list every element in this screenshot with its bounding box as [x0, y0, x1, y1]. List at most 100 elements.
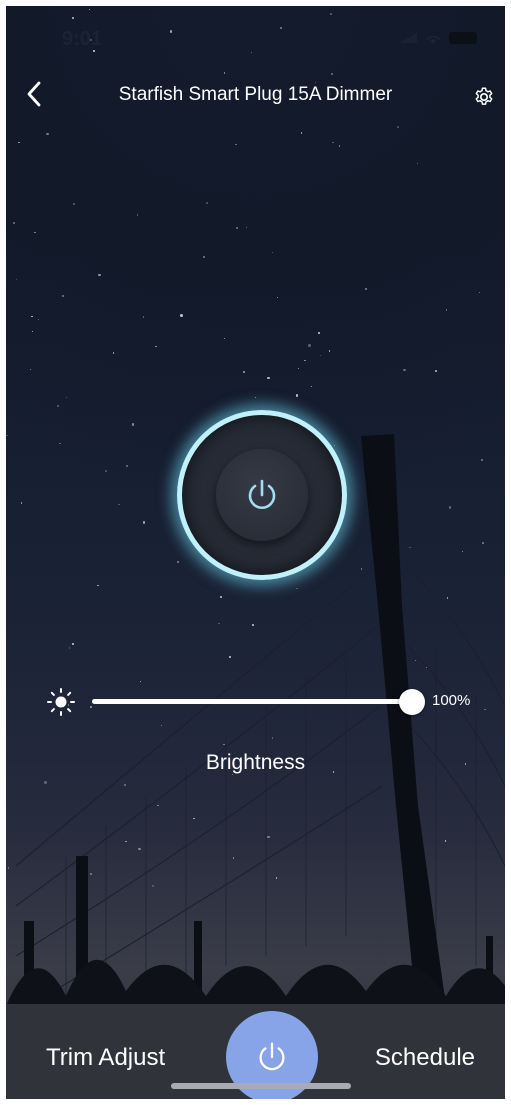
- star: [124, 784, 126, 786]
- wifi-icon: [425, 33, 441, 44]
- star: [223, 72, 226, 74]
- star: [31, 315, 33, 318]
- settings-button[interactable]: [469, 82, 499, 112]
- star: [478, 291, 481, 294]
- star: [31, 330, 34, 333]
- star: [304, 359, 306, 362]
- star: [37, 318, 40, 321]
- star: [235, 143, 237, 146]
- star: [193, 817, 195, 820]
- star: [425, 666, 428, 669]
- star: [409, 546, 411, 549]
- star: [125, 840, 127, 843]
- star: [136, 214, 139, 216]
- status-bar: 9:01: [6, 6, 505, 62]
- star: [229, 656, 231, 658]
- page-title: Starfish Smart Plug 15A Dimmer: [118, 84, 393, 105]
- power-dial[interactable]: [177, 410, 347, 580]
- star: [112, 352, 114, 354]
- star: [139, 680, 142, 683]
- star: [338, 145, 341, 147]
- star: [368, 439, 371, 441]
- star: [65, 396, 68, 399]
- star: [484, 708, 486, 711]
- star: [364, 287, 368, 291]
- star: [328, 350, 331, 352]
- star: [242, 370, 246, 374]
- star: [160, 724, 163, 727]
- star: [416, 162, 419, 165]
- sun-icon: [47, 688, 75, 716]
- home-indicator: [171, 1083, 351, 1089]
- brightness-label: Brightness: [205, 751, 306, 774]
- star: [105, 470, 107, 472]
- star: [236, 227, 238, 229]
- schedule-button[interactable]: Schedule: [375, 1044, 475, 1072]
- star: [126, 465, 128, 467]
- star: [118, 503, 120, 506]
- slider-fill: [92, 699, 412, 704]
- status-time: 9:01: [62, 28, 103, 50]
- star: [220, 596, 222, 598]
- status-icons: [399, 32, 477, 44]
- star: [275, 877, 278, 879]
- star: [319, 354, 322, 357]
- star: [29, 368, 32, 371]
- star: [245, 226, 248, 229]
- star: [448, 506, 452, 509]
- star: [142, 521, 146, 524]
- star: [252, 624, 254, 626]
- slider-thumb[interactable]: [399, 689, 425, 715]
- star: [318, 332, 320, 334]
- star: [12, 221, 16, 225]
- star: [98, 273, 101, 277]
- star: [444, 840, 447, 842]
- bottom-bar: Trim Adjust Schedule: [6, 1004, 505, 1099]
- star: [151, 884, 155, 888]
- star: [131, 423, 134, 426]
- star: [360, 568, 363, 570]
- star: [155, 345, 157, 348]
- star: [202, 255, 206, 259]
- star: [180, 314, 183, 317]
- app-screen: 9:01 Starfish Smart Plug 15A Dimmer 100%…: [6, 6, 505, 1099]
- star: [57, 405, 59, 407]
- battery-icon: [449, 32, 477, 44]
- star: [308, 344, 311, 347]
- star: [267, 376, 270, 380]
- star: [73, 203, 75, 205]
- header: Starfish Smart Plug 15A Dimmer: [6, 76, 505, 116]
- star: [297, 367, 300, 370]
- star: [15, 278, 18, 281]
- star: [267, 835, 270, 839]
- star: [331, 73, 333, 75]
- star: [397, 126, 399, 128]
- power-dial-center: [216, 449, 308, 541]
- star: [218, 622, 220, 625]
- star: [68, 647, 71, 649]
- star: [90, 873, 92, 875]
- star: [157, 804, 159, 807]
- star: [232, 857, 235, 859]
- star: [403, 368, 406, 372]
- star: [295, 394, 299, 397]
- star: [97, 584, 99, 587]
- star: [223, 743, 225, 746]
- star: [59, 442, 61, 445]
- star: [142, 316, 145, 318]
- star: [271, 251, 274, 254]
- star: [446, 597, 449, 599]
- signal-icon: [399, 33, 417, 43]
- star: [206, 202, 208, 204]
- star: [300, 132, 303, 134]
- power-icon: [248, 479, 276, 509]
- star: [223, 337, 226, 340]
- star: [461, 550, 464, 553]
- star: [482, 542, 484, 544]
- power-icon: [259, 1042, 285, 1071]
- star: [332, 141, 334, 144]
- brightness-value: 100%: [432, 692, 471, 709]
- star: [435, 370, 437, 372]
- brightness-slider[interactable]: [92, 689, 425, 715]
- trim-adjust-button[interactable]: Trim Adjust: [46, 1044, 165, 1072]
